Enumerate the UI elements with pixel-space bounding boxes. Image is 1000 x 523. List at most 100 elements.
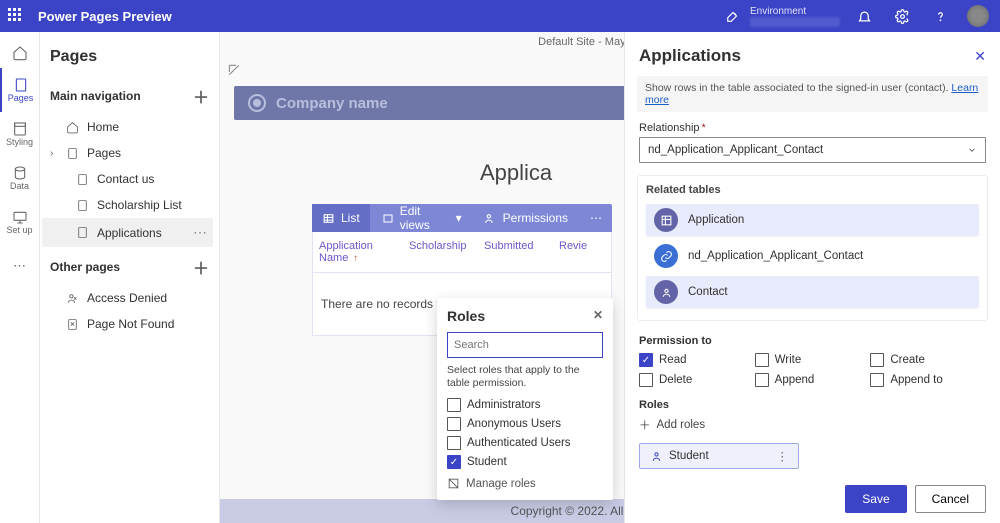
col-submitted[interactable]: Submitted [478, 232, 553, 272]
top-bar: Power Pages Preview Environment [0, 0, 1000, 32]
environment-icon[interactable] [726, 9, 740, 23]
nav-pages-label: Pages [87, 146, 121, 160]
company-name: Company name [276, 95, 388, 112]
perm-create[interactable]: Create [870, 353, 986, 367]
permissions-label: Permissions [503, 211, 568, 225]
rail-styling[interactable]: Styling [0, 112, 40, 156]
chevron-right-icon: › [50, 148, 53, 159]
contact-icon [654, 280, 678, 304]
nav-page-not-found-label: Page Not Found [87, 317, 174, 331]
role-administrators[interactable]: Administrators [447, 398, 603, 412]
toolbar-more-button[interactable]: ⋯ [580, 204, 612, 232]
perm-write[interactable]: Write [755, 353, 871, 367]
environment-label: Environment [750, 6, 840, 17]
col-scholarship[interactable]: Scholarship [403, 232, 478, 272]
nav-page-not-found[interactable]: Page Not Found [42, 311, 213, 337]
nav-scholarship-list-label: Scholarship List [97, 198, 182, 212]
col-review[interactable]: Revie [553, 232, 608, 272]
rail-styling-label: Styling [6, 137, 33, 147]
permission-to-label: Permission to [625, 331, 1000, 349]
roles-popover-title: Roles [447, 308, 485, 324]
applications-config-panel: Applications ✕ Show rows in the table as… [624, 32, 1000, 523]
notifications-icon[interactable] [850, 2, 878, 30]
close-roles-popover-icon[interactable]: ✕ [593, 308, 603, 324]
rail-setup-label: Set up [6, 225, 32, 235]
perm-append-to[interactable]: Append to [870, 373, 986, 387]
add-roles-button[interactable]: ＋ Add roles [625, 413, 1000, 437]
left-rail: Pages Styling Data Set up ⋯ [0, 32, 40, 523]
environment-block[interactable]: Environment [750, 6, 840, 27]
roles-search-input[interactable] [447, 332, 603, 358]
environment-value [750, 17, 840, 27]
role-anonymous-users[interactable]: Anonymous Users [447, 417, 603, 431]
table-icon [654, 208, 678, 232]
related-application[interactable]: Application [646, 204, 979, 236]
permissions-button[interactable]: Permissions [474, 204, 578, 232]
nav-scholarship-list[interactable]: Scholarship List [42, 192, 213, 218]
nav-access-denied[interactable]: Access Denied [42, 285, 213, 311]
arrow-nw-icon[interactable] [226, 62, 242, 78]
manage-roles-link[interactable]: Manage roles [447, 477, 603, 490]
rail-setup[interactable]: Set up [0, 200, 40, 244]
save-button[interactable]: Save [845, 485, 906, 513]
role-student[interactable]: ✓Student [447, 455, 603, 469]
perm-delete[interactable]: Delete [639, 373, 755, 387]
nav-contact-us[interactable]: Contact us [42, 166, 213, 192]
other-pages-label: Other pages [50, 260, 120, 274]
nav-applications[interactable]: Applications ⋯ [42, 218, 213, 247]
nav-applications-label: Applications [97, 226, 162, 240]
help-icon[interactable] [926, 2, 954, 30]
chevron-down-icon: ▾ [456, 211, 462, 225]
related-contact-label: Contact [688, 286, 728, 298]
related-tables-block: Related tables Application nd_Applicatio… [637, 175, 988, 321]
perm-read[interactable]: ✓Read [639, 353, 755, 367]
rail-more[interactable]: ⋯ [0, 244, 40, 288]
close-config-panel-icon[interactable]: ✕ [974, 48, 986, 65]
rail-pages[interactable]: Pages [0, 68, 40, 112]
settings-icon[interactable] [888, 2, 916, 30]
add-other-page-icon[interactable]: ＋ [193, 255, 209, 279]
config-title: Applications [639, 46, 741, 66]
role-authenticated-users[interactable]: Authenticated Users [447, 436, 603, 450]
nav-applications-more-icon[interactable]: ⋯ [193, 224, 207, 241]
rail-pages-label: Pages [8, 93, 34, 103]
related-tables-label: Related tables [646, 184, 979, 196]
info-strip: Show rows in the table associated to the… [637, 76, 988, 112]
col-application-name[interactable]: Application Name ↑ [313, 232, 403, 272]
waffle-icon[interactable] [8, 8, 24, 24]
info-strip-text: Show rows in the table associated to the… [645, 82, 949, 94]
relationship-select[interactable]: nd_Application_Applicant_Contact [639, 137, 986, 163]
list-tab[interactable]: List [312, 204, 370, 232]
role-chip-more-icon[interactable]: ⋮ [777, 449, 789, 463]
rail-data-label: Data [10, 181, 29, 191]
rail-home[interactable] [0, 38, 40, 68]
nav-home[interactable]: Home [42, 114, 213, 140]
nav-pages[interactable]: › Pages [42, 140, 213, 166]
related-contact[interactable]: Contact [646, 276, 979, 308]
roles-popover-hint: Select roles that apply to the table per… [447, 364, 603, 390]
chevron-down-icon [967, 145, 977, 155]
list-toolbar: List Edit views ▾ Permissions ⋯ [312, 204, 612, 232]
grid-header: Application Name ↑ Scholarship Submitted… [312, 232, 612, 273]
nav-access-denied-label: Access Denied [87, 291, 167, 305]
config-footer: Save Cancel [625, 475, 1000, 523]
nav-contact-us-label: Contact us [97, 172, 154, 186]
person-icon [650, 450, 663, 463]
link-icon [654, 244, 678, 268]
cancel-button[interactable]: Cancel [915, 485, 986, 513]
main-navigation-header: Main navigation ＋ [42, 76, 213, 114]
pages-panel-title: Pages [42, 40, 213, 76]
user-avatar[interactable] [964, 2, 992, 30]
related-link[interactable]: nd_Application_Applicant_Contact [646, 240, 979, 272]
list-tab-label: List [341, 211, 360, 225]
app-title: Power Pages Preview [38, 9, 172, 24]
add-main-nav-icon[interactable]: ＋ [193, 84, 209, 108]
relationship-label: Relationship* [639, 122, 986, 134]
main-navigation-label: Main navigation [50, 89, 141, 103]
roles-section-label: Roles [625, 389, 1000, 413]
rail-data[interactable]: Data [0, 156, 40, 200]
perm-append[interactable]: Append [755, 373, 871, 387]
edit-views-button[interactable]: Edit views ▾ [372, 204, 472, 232]
edit-views-label: Edit views [400, 204, 450, 232]
role-chip-student[interactable]: Student ⋮ [639, 443, 799, 469]
